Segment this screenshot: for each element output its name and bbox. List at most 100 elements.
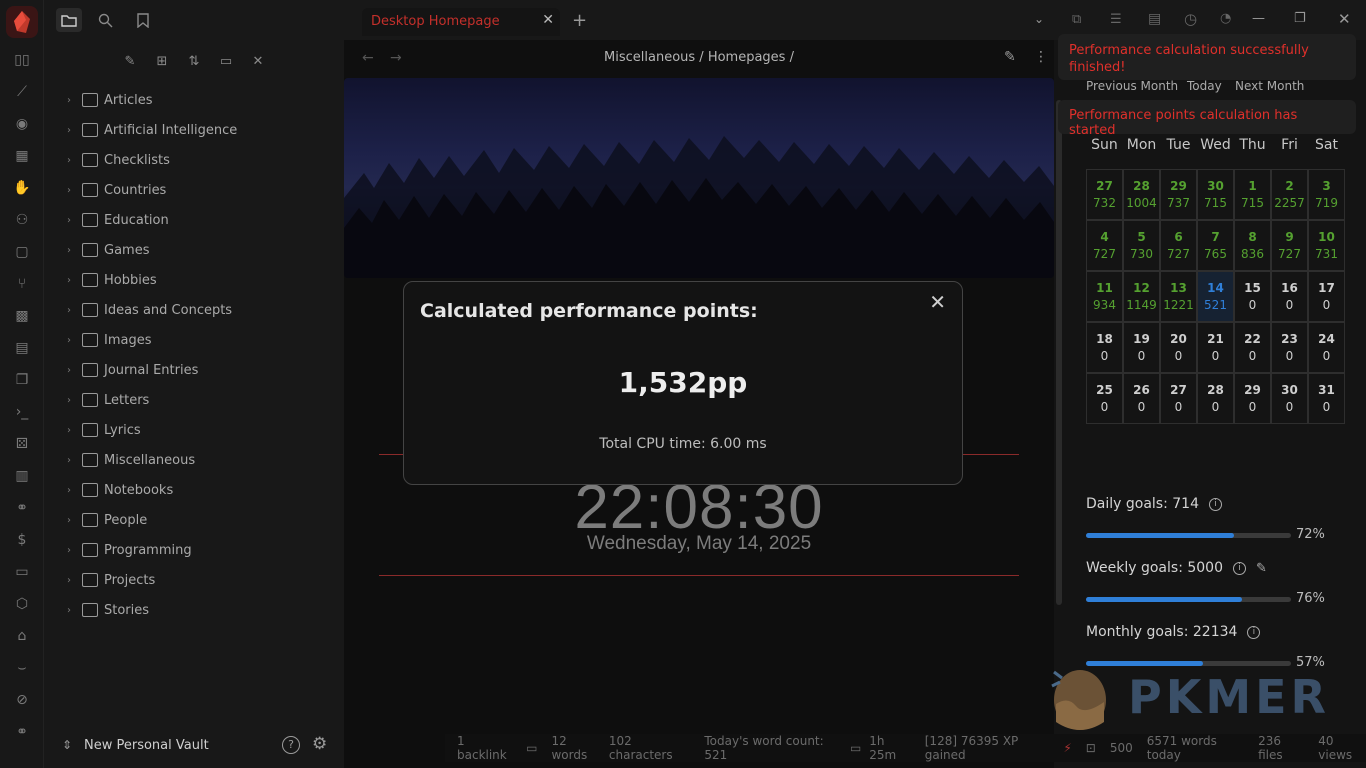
next-month-button[interactable]: Next Month xyxy=(1235,79,1304,93)
chevron-right-icon[interactable]: › xyxy=(62,125,76,136)
calendar-day[interactable]: 20 0 xyxy=(1160,322,1197,373)
calendar-day[interactable]: 24 0 xyxy=(1308,322,1345,373)
folder-item[interactable]: › Articles xyxy=(62,88,152,112)
calendar-day[interactable]: 14 521 xyxy=(1197,271,1234,322)
chevron-right-icon[interactable]: › xyxy=(62,485,76,496)
chevron-right-icon[interactable]: › xyxy=(62,605,76,616)
chevron-right-icon[interactable]: › xyxy=(62,185,76,196)
list-icon[interactable]: ☰ xyxy=(1110,12,1122,27)
git-branch-icon[interactable]: ⑂ xyxy=(12,274,32,294)
folder-item[interactable]: › Programming xyxy=(62,538,192,562)
chevron-right-icon[interactable]: › xyxy=(62,155,76,166)
folder-item[interactable]: › Games xyxy=(62,238,149,262)
tags-icon[interactable]: ⧉ xyxy=(1072,12,1081,27)
calendar-day[interactable]: 31 0 xyxy=(1308,373,1345,424)
folder-item[interactable]: › Letters xyxy=(62,388,149,412)
chevron-right-icon[interactable]: › xyxy=(62,545,76,556)
collapse-panel-icon[interactable]: ▭ xyxy=(214,50,238,72)
glasses-icon[interactable]: ⚭ xyxy=(12,722,32,742)
collapse-all-icon[interactable]: ✕ xyxy=(246,50,270,72)
info-icon[interactable]: i xyxy=(1233,561,1246,575)
calendar-day[interactable]: 26 0 xyxy=(1123,373,1160,424)
obsidian-logo-icon[interactable] xyxy=(6,6,38,38)
terminal-icon[interactable]: ›_ xyxy=(12,402,32,422)
eye-icon[interactable]: ◉ xyxy=(12,114,32,134)
vault-switch-icon[interactable]: ⇕ xyxy=(62,738,72,752)
more-options-icon[interactable]: ⋮ xyxy=(1034,49,1048,65)
home-icon[interactable]: ⌂ xyxy=(12,626,32,646)
info-icon[interactable]: i xyxy=(1208,497,1222,511)
new-note-icon[interactable]: ✎ xyxy=(118,50,142,72)
calendar-day[interactable]: 2 2257 xyxy=(1271,169,1308,220)
status-backlinks[interactable]: 1 backlink xyxy=(457,734,512,762)
help-icon[interactable]: ? xyxy=(282,736,300,754)
info-icon[interactable]: i xyxy=(1247,625,1261,639)
chevron-right-icon[interactable]: › xyxy=(62,515,76,526)
dice-icon[interactable]: ⚄ xyxy=(12,434,32,454)
calendar-day[interactable]: 22 0 xyxy=(1234,322,1271,373)
calendar-day[interactable]: 29 0 xyxy=(1234,373,1271,424)
restore-icon[interactable]: ❐ xyxy=(1294,11,1306,26)
hand-icon[interactable]: ✋ xyxy=(12,178,32,198)
chevron-right-icon[interactable]: › xyxy=(62,425,76,436)
bookmark-icon[interactable] xyxy=(130,8,156,32)
calendar-day[interactable]: 29 737 xyxy=(1160,169,1197,220)
copy-icon[interactable]: ❐ xyxy=(12,370,32,390)
calendar-day[interactable]: 12 1149 xyxy=(1123,271,1160,322)
chevron-right-icon[interactable]: › xyxy=(62,455,76,466)
calendar-day[interactable]: 10 731 xyxy=(1308,220,1345,271)
calendar-day[interactable]: 19 0 xyxy=(1123,322,1160,373)
folder-item[interactable]: › People xyxy=(62,508,147,532)
sort-icon[interactable]: ⇅ xyxy=(182,50,206,72)
calendar-day[interactable]: 11 934 xyxy=(1086,271,1123,322)
notice-finished[interactable]: Performance calculation successfully fin… xyxy=(1058,34,1356,80)
chevron-right-icon[interactable]: › xyxy=(62,275,76,286)
link-icon[interactable]: ⚭ xyxy=(12,498,32,518)
minimize-icon[interactable]: — xyxy=(1252,11,1265,26)
folder-item[interactable]: › Notebooks xyxy=(62,478,173,502)
breadcrumb[interactable]: Miscellaneous / Homepages / xyxy=(344,50,1054,65)
edit-icon[interactable]: ✎ xyxy=(1004,49,1016,65)
calendar-day[interactable]: 16 0 xyxy=(1271,271,1308,322)
folder-item[interactable]: › Journal Entries xyxy=(62,358,198,382)
folder-item[interactable]: › Education xyxy=(62,208,169,232)
folder-item[interactable]: › Hobbies xyxy=(62,268,157,292)
calendar-day[interactable]: 25 0 xyxy=(1086,373,1123,424)
grid-icon[interactable]: ▩ xyxy=(12,306,32,326)
chevron-down-icon[interactable]: ⌄ xyxy=(1034,12,1044,26)
chevron-right-icon[interactable]: › xyxy=(62,215,76,226)
calculator-icon[interactable]: ▥ xyxy=(12,466,32,486)
folder-icon[interactable] xyxy=(56,8,82,32)
folder-item[interactable]: › Countries xyxy=(62,178,166,202)
plug-icon[interactable]: ⚡ xyxy=(1063,741,1071,755)
chevron-right-icon[interactable]: › xyxy=(62,365,76,376)
calendar-day[interactable]: 1 715 xyxy=(1234,169,1271,220)
calendar-day[interactable]: 27 732 xyxy=(1086,169,1123,220)
calendar-day[interactable]: 28 0 xyxy=(1197,373,1234,424)
columns-icon[interactable]: ▯▯ xyxy=(12,50,32,70)
chevron-right-icon[interactable]: › xyxy=(62,575,76,586)
calendar-check-icon[interactable]: ▤ xyxy=(1148,11,1161,27)
edit-icon[interactable]: ✎ xyxy=(1256,561,1267,576)
calendar-day[interactable]: 9 727 xyxy=(1271,220,1308,271)
vault-name[interactable]: New Personal Vault xyxy=(84,734,209,756)
calendar-day[interactable]: 4 727 xyxy=(1086,220,1123,271)
settings-icon[interactable]: ⚙ xyxy=(312,734,327,754)
calendar-day[interactable]: 8 836 xyxy=(1234,220,1271,271)
folder-item[interactable]: › Lyrics xyxy=(62,418,141,442)
graph-icon[interactable]: ⚇ xyxy=(12,210,32,230)
chevron-right-icon[interactable]: › xyxy=(62,395,76,406)
calendar-day[interactable]: 15 0 xyxy=(1234,271,1271,322)
calendar-icon[interactable]: ▤ xyxy=(12,338,32,358)
calendar-day[interactable]: 17 0 xyxy=(1308,271,1345,322)
chevron-right-icon[interactable]: › xyxy=(62,335,76,346)
new-folder-icon[interactable]: ⊞ xyxy=(150,50,174,72)
close-icon[interactable]: ✕ xyxy=(929,290,946,314)
chevron-right-icon[interactable]: › xyxy=(62,305,76,316)
search-icon[interactable] xyxy=(92,8,118,32)
calendar-day[interactable]: 5 730 xyxy=(1123,220,1160,271)
notice-started[interactable]: Performance points calculation has start… xyxy=(1058,100,1356,138)
folder-item[interactable]: › Stories xyxy=(62,598,149,622)
calendar-day[interactable]: 18 0 xyxy=(1086,322,1123,373)
calendar-day[interactable]: 30 715 xyxy=(1197,169,1234,220)
